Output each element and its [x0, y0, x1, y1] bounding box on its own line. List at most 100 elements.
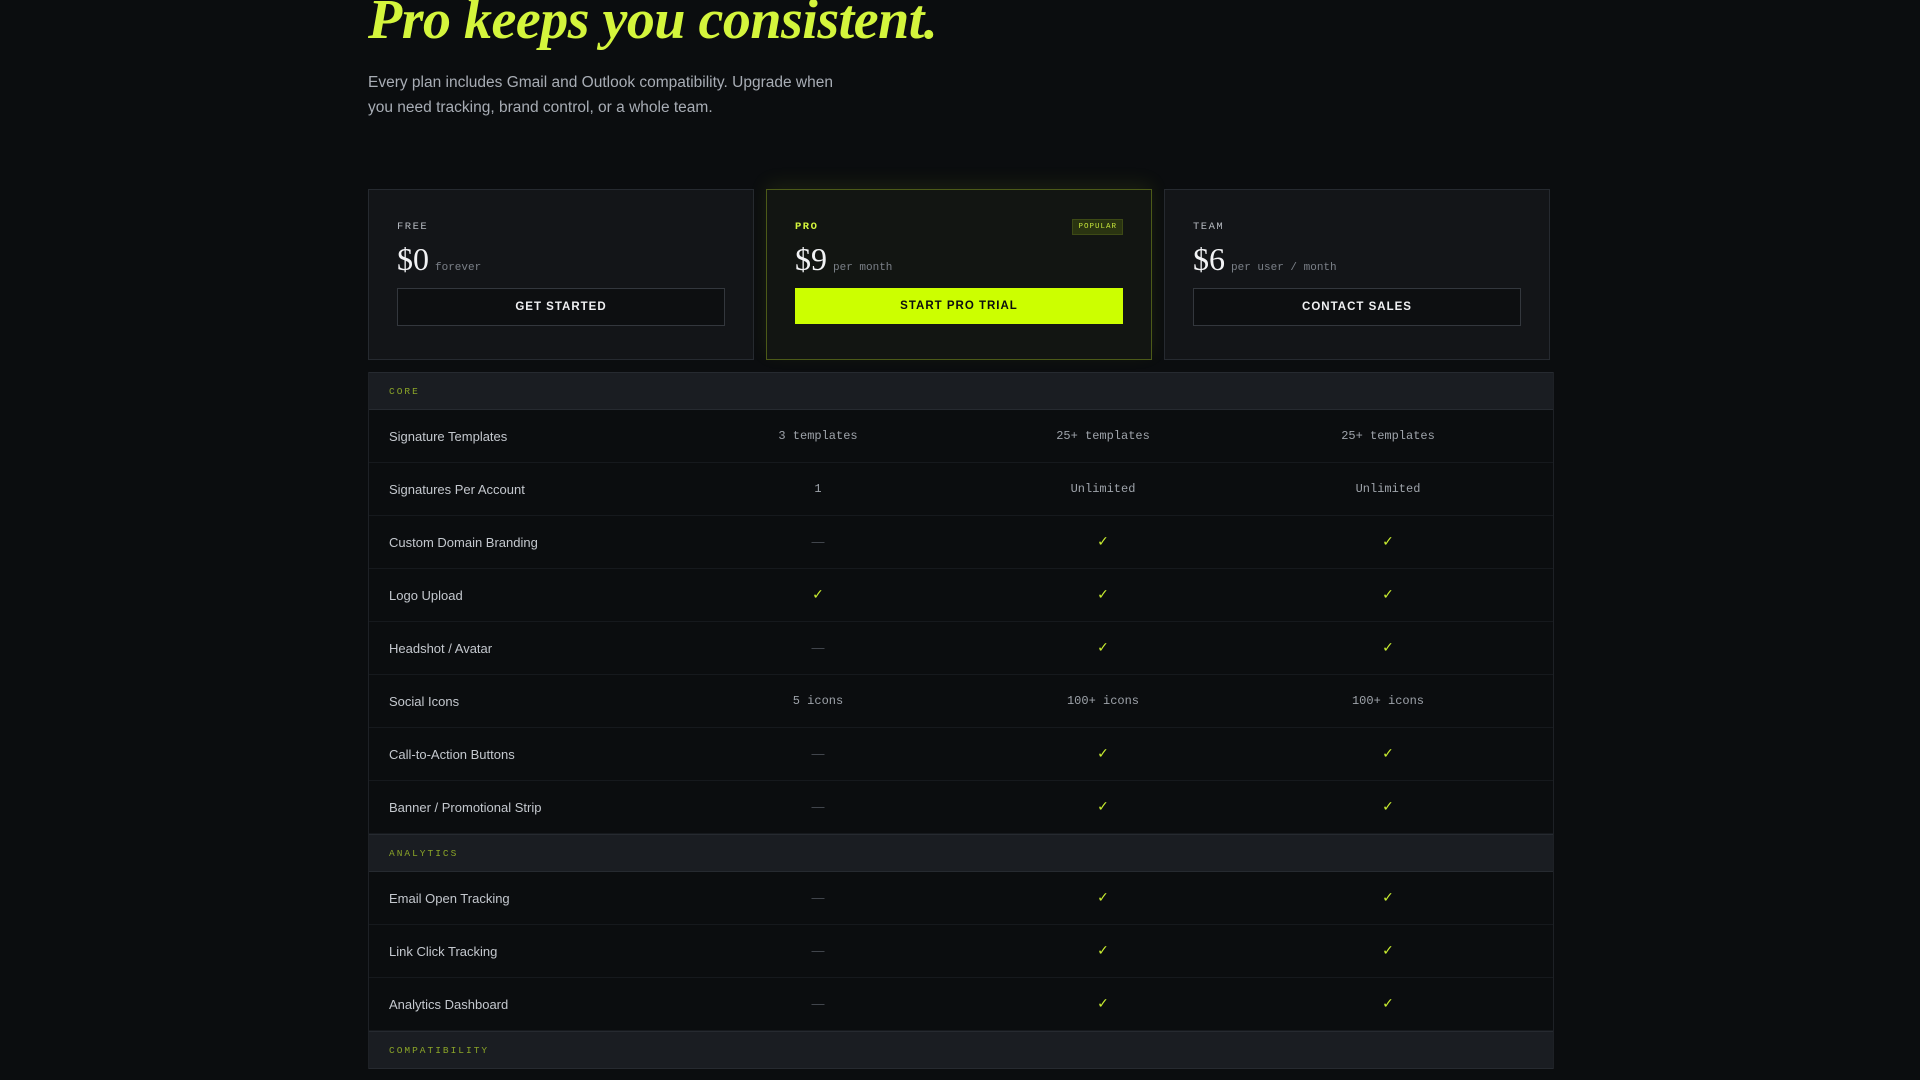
pro-value: 100+ icons — [1003, 694, 1203, 708]
pro-value: ✓ — [1003, 534, 1203, 550]
table-row: Social Icons 5 icons 100+ icons 100+ icons — [369, 675, 1553, 728]
value-text: Unlimited — [1070, 482, 1136, 496]
value-text: 100+ icons — [1351, 694, 1424, 708]
check-icon: ✓ — [1097, 943, 1109, 959]
team-value: ✓ — [1288, 746, 1488, 762]
check-icon: ✓ — [1097, 996, 1109, 1012]
page-subtitle: Every plan includes Gmail and Outlook co… — [368, 74, 833, 116]
check-icon: ✓ — [1382, 587, 1394, 603]
pro-value: ✓ — [1003, 996, 1203, 1012]
table-row: Logo Upload ✓ ✓ ✓ — [369, 569, 1553, 622]
feature-label: Call-to-Action Buttons — [389, 746, 515, 762]
table-row: Email Open Tracking — ✓ ✓ — [369, 872, 1553, 925]
check-icon: ✓ — [1097, 746, 1109, 762]
feature-label: Headshot / Avatar — [389, 640, 493, 656]
table-row: Signature Templates 3 templates 25+ templa… — [369, 410, 1553, 463]
check-icon: ✓ — [1382, 890, 1394, 906]
team-value: ✓ — [1288, 640, 1488, 656]
feature-label: Logo Upload — [389, 587, 463, 603]
check-icon: ✓ — [1382, 996, 1394, 1012]
check-icon: ✓ — [1382, 746, 1394, 762]
team-value: 25+ templates — [1288, 429, 1488, 443]
plan-price: $9 — [795, 241, 827, 277]
check-icon: ✓ — [1382, 534, 1394, 550]
dash-icon: — — [811, 996, 825, 1011]
plan-price: $6 — [1193, 241, 1225, 277]
free-value: — — [718, 890, 918, 906]
free-value: — — [718, 640, 918, 656]
team-value: ✓ — [1288, 996, 1488, 1012]
price-row: $0 forever — [397, 242, 725, 276]
pro-value: 25+ templates — [1003, 429, 1203, 443]
price-row: $9 per month — [795, 242, 1123, 276]
plan-name: FREE — [397, 221, 429, 233]
free-value: 3 templates — [718, 429, 918, 443]
table-row: Headshot / Avatar — ✓ ✓ — [369, 622, 1553, 675]
table-row: Link Click Tracking — ✓ ✓ — [369, 925, 1553, 978]
team-value: Unlimited — [1288, 482, 1488, 496]
plan-period: per user / month — [1231, 262, 1337, 274]
feature-label: Email Open Tracking — [389, 890, 510, 906]
value-text: 25+ templates — [1056, 429, 1150, 443]
check-icon: ✓ — [1097, 534, 1109, 550]
section-header: CORE — [369, 372, 1553, 410]
pro-value: ✓ — [1003, 943, 1203, 959]
price-row: $6 per user / month — [1193, 242, 1521, 276]
popular-badge: POPULAR — [1072, 219, 1123, 235]
value-text: 5 icons — [792, 694, 844, 708]
table-row: Banner / Promotional Strip — ✓ ✓ — [369, 781, 1553, 834]
check-icon: ✓ — [812, 587, 824, 603]
get-started-button[interactable]: GET STARTED — [397, 288, 725, 326]
dash-icon: — — [811, 799, 825, 814]
pro-value: ✓ — [1003, 640, 1203, 656]
plan-card-pro: PRO POPULAR $9 per month START PRO TRIAL — [766, 189, 1152, 360]
check-icon: ✓ — [1097, 587, 1109, 603]
feature-label: Custom Domain Branding — [389, 534, 538, 550]
section-header: ANALYTICS — [369, 834, 1553, 872]
free-value: — — [718, 799, 918, 815]
feature-label: Signature Templates — [389, 428, 508, 444]
team-value: 100+ icons — [1288, 694, 1488, 708]
pro-value: ✓ — [1003, 587, 1203, 603]
free-value: — — [718, 996, 918, 1012]
free-value: 1 — [718, 482, 918, 496]
value-text: 100+ icons — [1066, 694, 1139, 708]
team-value: ✓ — [1288, 943, 1488, 959]
plan-price: $0 — [397, 241, 429, 277]
team-value: ✓ — [1288, 890, 1488, 906]
table-row: Signatures Per Account 1 Unlimited Unlimite… — [369, 463, 1553, 516]
pro-value: ✓ — [1003, 799, 1203, 815]
pro-value: ✓ — [1003, 746, 1203, 762]
dash-icon: — — [811, 640, 825, 655]
feature-label: Banner / Promotional Strip — [389, 799, 542, 815]
pro-value: ✓ — [1003, 890, 1203, 906]
plan-name: TEAM — [1193, 221, 1225, 233]
team-value: ✓ — [1288, 799, 1488, 815]
start-pro-trial-button[interactable]: START PRO TRIAL — [795, 288, 1123, 324]
value-text: 3 templates — [778, 429, 858, 443]
section-header: COMPATIBILITY — [369, 1031, 1553, 1069]
feature-comparison-table: CORE Signature Templates 3 templates 25+ te… — [368, 372, 1554, 1069]
contact-sales-button[interactable]: CONTACT SALES — [1193, 288, 1521, 326]
free-value: ✓ — [718, 587, 918, 603]
plan-cards: FREE $0 forever GET STARTED PRO POPULAR … — [368, 189, 1552, 360]
plan-period: forever — [435, 262, 482, 274]
free-value: — — [718, 534, 918, 550]
page-title: Pro keeps you consistent. — [368, 0, 938, 51]
dash-icon: — — [811, 943, 825, 958]
dash-icon: — — [811, 746, 825, 761]
team-value: ✓ — [1288, 587, 1488, 603]
check-icon: ✓ — [1382, 799, 1394, 815]
feature-label: Analytics Dashboard — [389, 996, 509, 1012]
plan-period: per month — [833, 262, 893, 274]
plan-card-free: FREE $0 forever GET STARTED — [368, 189, 754, 360]
check-icon: ✓ — [1097, 799, 1109, 815]
table-row: Custom Domain Branding — ✓ ✓ — [369, 516, 1553, 569]
check-icon: ✓ — [1097, 640, 1109, 656]
feature-label: Social Icons — [389, 693, 460, 709]
dash-icon: — — [811, 890, 825, 905]
check-icon: ✓ — [1382, 943, 1394, 959]
feature-label: Signatures Per Account — [389, 481, 525, 497]
free-value: — — [718, 746, 918, 762]
feature-label: Link Click Tracking — [389, 943, 498, 959]
